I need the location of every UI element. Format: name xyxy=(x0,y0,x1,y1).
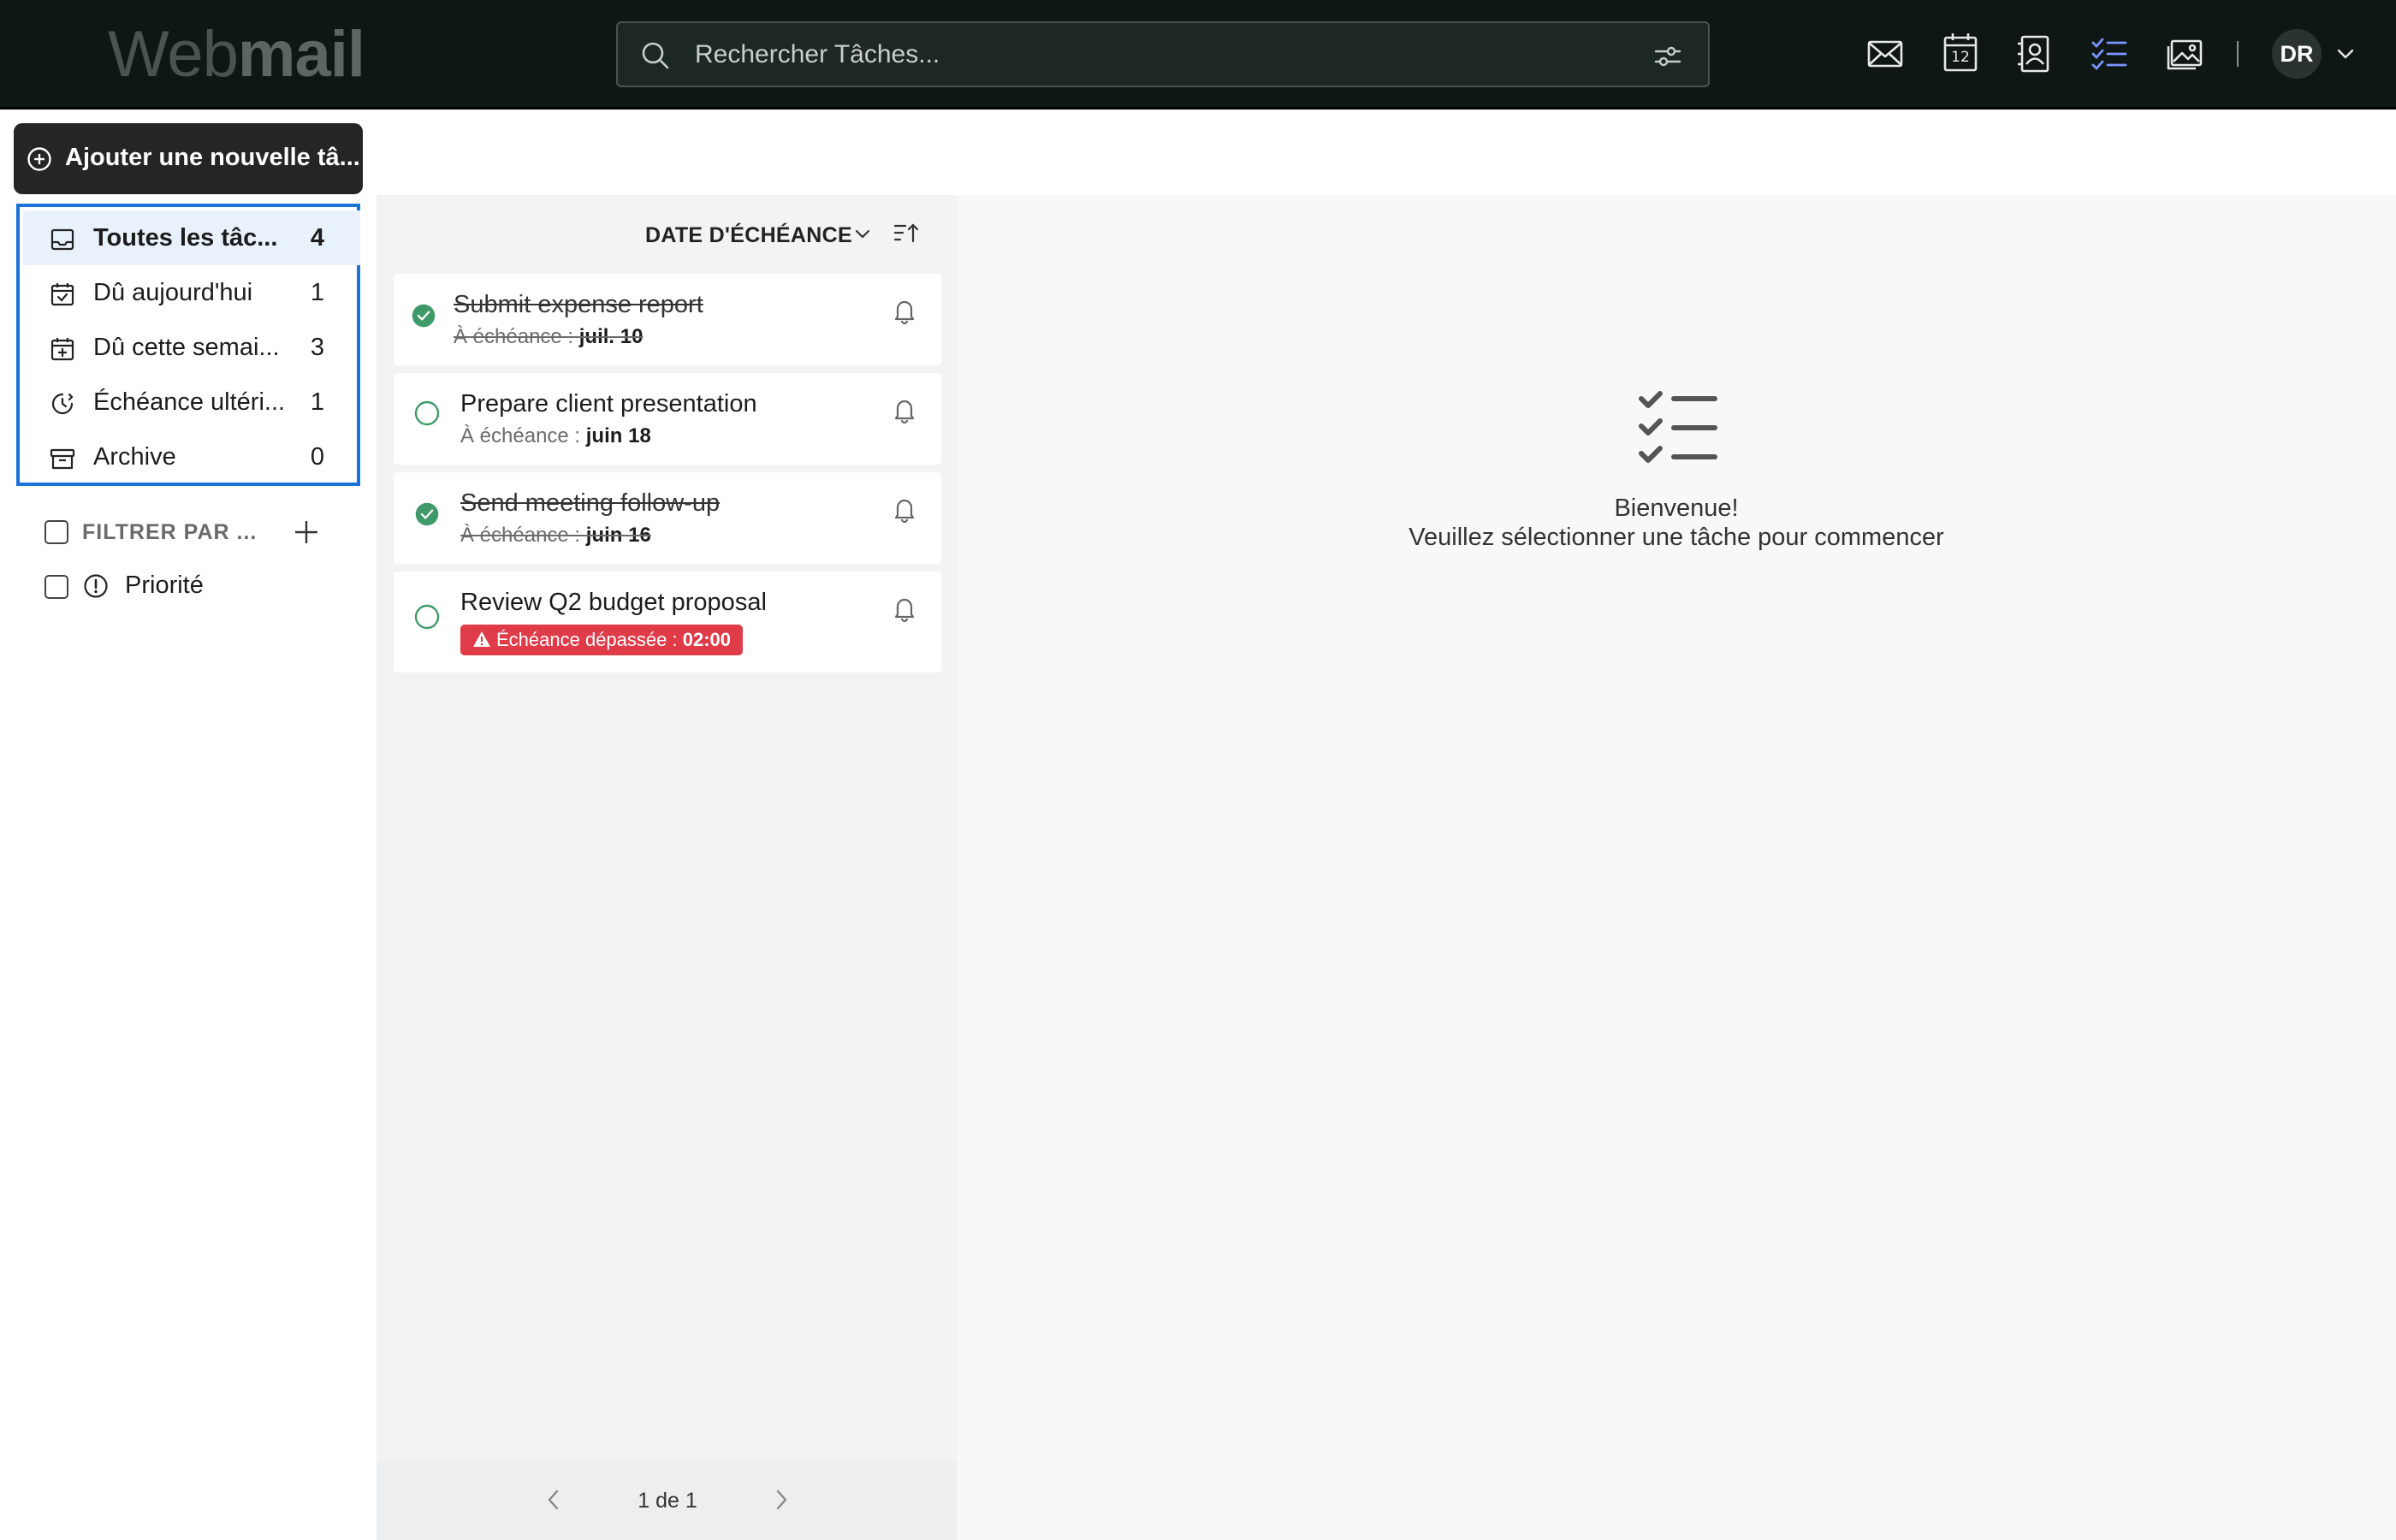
sort-bar: DATE D'ÉCHÉANCE xyxy=(377,195,957,274)
search-icon xyxy=(642,42,669,69)
chevron-right-icon[interactable] xyxy=(768,1487,794,1513)
task-title: Review Q2 budget proposal xyxy=(460,589,767,616)
folder-count: 4 xyxy=(310,224,324,252)
pagination: 1 de 1 xyxy=(377,1461,957,1540)
task-title: Prepare client presentation xyxy=(460,390,757,418)
folder-count: 3 xyxy=(310,334,324,361)
task-list-icon xyxy=(1639,391,1717,463)
add-task-button[interactable]: Ajouter une nouvelle tâ... xyxy=(14,123,363,194)
folder-label: Archive xyxy=(93,443,176,471)
task-item[interactable]: Prepare client presentation À échéance :… xyxy=(394,373,941,465)
task-detail-pane: Bienvenue! Veuillez sélectionner une tâc… xyxy=(957,195,2396,1540)
clock-later-icon xyxy=(51,393,74,415)
photos-icon[interactable] xyxy=(2163,33,2206,75)
filter-label: FILTRER PAR ... xyxy=(82,520,258,544)
calendar-check-icon xyxy=(50,283,74,306)
task-title: Send meeting follow-up xyxy=(460,489,721,517)
task-list-pane: DATE D'ÉCHÉANCE Submit expense report À … xyxy=(377,195,957,1540)
task-due: À échéance : juil. 10 xyxy=(454,325,643,348)
folder-label: Échéance ultéri... xyxy=(93,388,286,416)
filter-priority-checkbox[interactable] xyxy=(44,575,68,599)
checkmark-circle-icon[interactable] xyxy=(414,501,440,527)
search-bar xyxy=(616,21,1710,87)
header-divider xyxy=(2237,41,2239,67)
empty-circle-icon[interactable] xyxy=(412,399,442,428)
folder-archive[interactable]: Archive 0 xyxy=(23,429,360,484)
bell-icon[interactable] xyxy=(890,296,919,325)
checkmark-circle-icon[interactable] xyxy=(411,303,436,329)
search-input[interactable] xyxy=(695,33,1593,76)
folder-label: Dû cette semai... xyxy=(93,334,280,361)
calendar-day: 12 xyxy=(1951,49,1970,66)
task-item[interactable]: Submit expense report À échéance : juil.… xyxy=(394,274,941,365)
filter-select-all-checkbox[interactable] xyxy=(44,520,68,544)
warning-icon xyxy=(473,631,490,647)
mail-icon[interactable] xyxy=(1864,33,1907,75)
task-item[interactable]: Send meeting follow-up À échéance : juin… xyxy=(394,472,941,564)
contacts-icon[interactable] xyxy=(2013,33,2055,75)
top-bar: Webmail 12 DR xyxy=(0,0,2396,110)
sort-ascending-icon[interactable] xyxy=(892,219,921,248)
archive-icon xyxy=(50,448,75,470)
welcome-subtitle: Veuillez sélectionner une tâche pour com… xyxy=(1409,524,1944,551)
folder-count: 0 xyxy=(310,443,324,471)
bell-icon[interactable] xyxy=(890,395,919,424)
priority-icon xyxy=(84,574,108,598)
tasks-icon[interactable] xyxy=(2088,33,2131,75)
empty-circle-icon[interactable] xyxy=(412,602,442,631)
filter-header: FILTRER PAR ... xyxy=(43,517,351,551)
calendar-week-icon xyxy=(50,338,74,361)
page-indicator: 1 de 1 xyxy=(638,1489,697,1513)
plus-circle-icon xyxy=(27,147,51,171)
task-title: Submit expense report xyxy=(454,291,703,318)
task-item[interactable]: Review Q2 budget proposal Échéance dépas… xyxy=(394,572,941,672)
welcome-title: Bienvenue! xyxy=(1614,495,1739,522)
calendar-app[interactable]: 12 xyxy=(1939,31,1982,75)
task-due: À échéance : juin 18 xyxy=(460,424,651,447)
bell-icon[interactable] xyxy=(890,594,919,623)
folder-label: Dû aujourd'hui xyxy=(93,279,253,306)
folder-due-week[interactable]: Dû cette semai... 3 xyxy=(23,320,360,375)
bell-icon[interactable] xyxy=(890,495,919,524)
filter-priority-label: Priorité xyxy=(125,572,204,599)
folder-due-today[interactable]: Dû aujourd'hui 1 xyxy=(23,265,360,320)
folder-all-tasks[interactable]: Toutes les tâc... 4 xyxy=(23,210,360,265)
task-due: À échéance : juin 16 xyxy=(460,524,651,547)
inbox-icon xyxy=(50,228,74,251)
webmail-logo[interactable]: Webmail xyxy=(108,19,365,91)
add-filter-icon[interactable] xyxy=(291,517,322,548)
folder-count: 1 xyxy=(310,388,324,416)
chevron-down-icon[interactable] xyxy=(2334,43,2357,65)
search-options-icon[interactable] xyxy=(1652,40,1684,73)
sort-field-label[interactable]: DATE D'ÉCHÉANCE xyxy=(645,223,852,248)
add-task-label: Ajouter une nouvelle tâ... xyxy=(65,144,360,171)
overdue-badge: Échéance dépassée : 02:00 xyxy=(460,625,743,655)
folder-count: 1 xyxy=(310,279,324,306)
chevron-left-icon[interactable] xyxy=(541,1487,566,1513)
folder-list: Toutes les tâc... 4 Dû aujourd'hui 1 Dû … xyxy=(16,204,360,486)
avatar[interactable]: DR xyxy=(2272,29,2322,79)
folder-label: Toutes les tâc... xyxy=(93,224,278,252)
filter-priority[interactable]: Priorité xyxy=(43,572,351,606)
chevron-down-icon[interactable] xyxy=(852,224,873,245)
folder-due-later[interactable]: Échéance ultéri... 1 xyxy=(23,375,360,429)
